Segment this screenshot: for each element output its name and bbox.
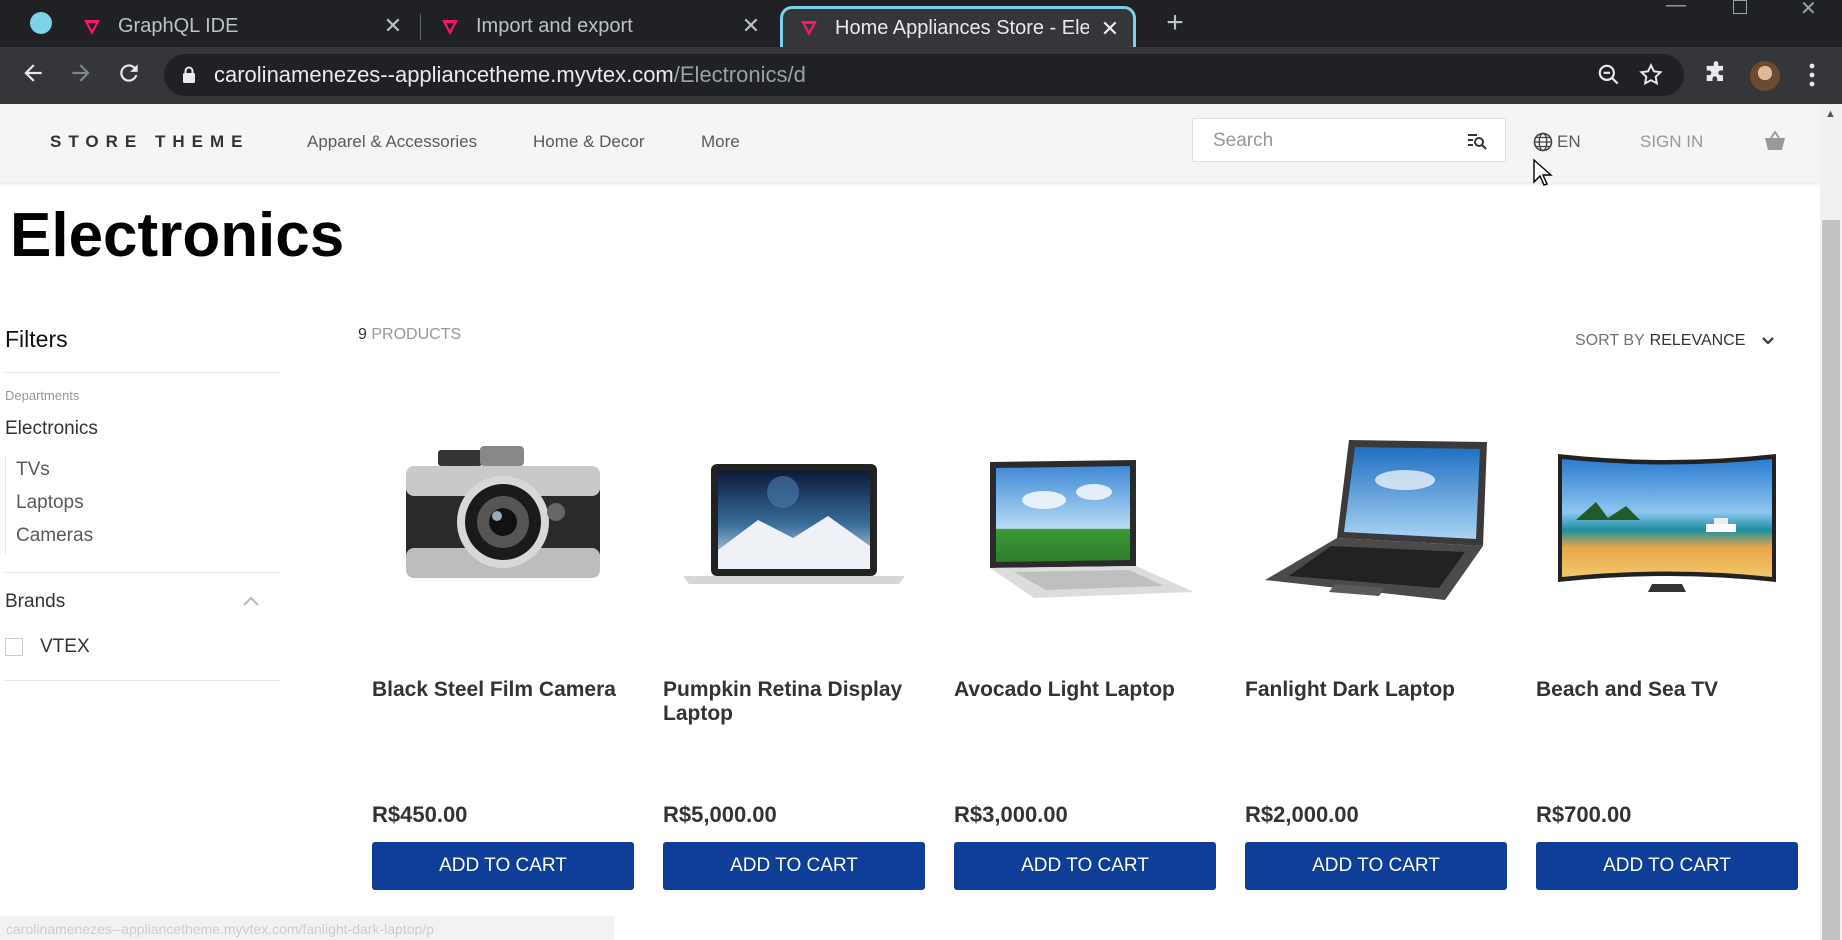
forward-arrow-icon[interactable] — [66, 60, 96, 90]
subcategory-cameras[interactable]: Cameras — [16, 521, 93, 554]
add-to-cart-button[interactable]: ADD TO CART — [1245, 842, 1507, 890]
tab-title: Home Appliances Store - Electronics — [835, 16, 1089, 39]
product-count-number: 9 — [358, 326, 367, 343]
menu-item-apparel[interactable]: Apparel & Accessories — [307, 132, 477, 152]
browser-status-bar: carolinamenezes--appliancetheme.myvtex.c… — [0, 916, 614, 940]
vtex-favicon-icon — [442, 19, 458, 35]
sort-label: SORT BY — [1575, 332, 1645, 349]
product-name[interactable]: Beach and Sea TV — [1536, 678, 1798, 702]
product-image-laptop[interactable] — [1245, 420, 1507, 620]
add-to-cart-button[interactable]: ADD TO CART — [954, 842, 1216, 890]
browser-tab-bar: GraphQL IDE ✕ Import and export ✕ Home A… — [0, 0, 1842, 47]
product-image-laptop[interactable] — [954, 420, 1216, 620]
page-scrollbar-thumb[interactable] — [1822, 220, 1840, 940]
product-card[interactable]: Fanlight Dark Laptop R$2,000.00 ADD TO C… — [1245, 420, 1507, 890]
profile-avatar[interactable] — [1750, 61, 1780, 91]
product-card[interactable]: Avocado Light Laptop R$3,000.00 ADD TO C… — [954, 420, 1216, 890]
store-logo[interactable]: STORE THEME — [50, 132, 249, 152]
language-selector[interactable]: EN — [1533, 132, 1581, 152]
subcategory-laptops[interactable]: Laptops — [16, 488, 93, 521]
url-text[interactable]: carolinamenezes--appliancetheme.myvtex.c… — [214, 62, 806, 88]
mouse-cursor-icon — [1533, 158, 1553, 186]
new-tab-plus-icon[interactable]: + — [1160, 8, 1190, 38]
add-to-cart-button[interactable]: ADD TO CART — [372, 842, 634, 890]
product-name[interactable]: Avocado Light Laptop — [954, 678, 1216, 702]
product-name[interactable]: Pumpkin Retina Display Laptop — [663, 678, 925, 726]
sign-in-link[interactable]: SIGN IN — [1640, 132, 1703, 152]
address-bar[interactable]: carolinamenezes--appliancetheme.myvtex.c… — [164, 54, 1684, 96]
product-card[interactable]: Beach and Sea TV R$700.00 ADD TO CART — [1536, 420, 1798, 890]
product-count-label: PRODUCTS — [371, 326, 462, 343]
bookmark-star-icon[interactable] — [1638, 62, 1664, 88]
tab-divider — [420, 14, 421, 40]
departments-label: Departments — [5, 388, 80, 403]
lock-icon[interactable] — [182, 66, 196, 84]
product-price: R$2,000.00 — [1245, 802, 1359, 827]
brand-filter-vtex[interactable]: VTEX — [5, 636, 90, 658]
back-arrow-icon[interactable] — [18, 60, 48, 90]
product-image-laptop[interactable] — [663, 420, 925, 620]
search-box — [1192, 118, 1506, 162]
product-price: R$700.00 — [1536, 802, 1632, 827]
product-price: R$450.00 — [372, 802, 468, 827]
divider — [5, 572, 281, 573]
menu-item-home-decor[interactable]: Home & Decor — [533, 132, 644, 152]
tab-title: GraphQL IDE — [118, 15, 239, 37]
add-to-cart-button[interactable]: ADD TO CART — [663, 842, 925, 890]
vtex-favicon-icon — [801, 21, 817, 36]
browser-menu-kebab-icon[interactable] — [1806, 62, 1818, 88]
product-price: R$5,000.00 — [663, 802, 777, 827]
divider — [5, 372, 281, 373]
product-image-camera[interactable] — [372, 420, 634, 620]
product-price: R$3,000.00 — [954, 802, 1068, 827]
reload-icon[interactable] — [114, 60, 144, 90]
extensions-puzzle-icon[interactable] — [1702, 60, 1730, 88]
current-department[interactable]: Electronics — [5, 418, 98, 440]
search-icon[interactable] — [1467, 131, 1487, 151]
browser-toolbar: carolinamenezes--appliancetheme.myvtex.c… — [0, 47, 1842, 104]
globe-icon — [1533, 132, 1553, 152]
chevron-down-icon — [1762, 337, 1775, 345]
tab-home-appliances-store[interactable]: Home Appliances Store - Electronics ✕ — [780, 6, 1136, 47]
product-image-tv[interactable] — [1536, 420, 1798, 620]
tab-graphql-ide[interactable]: GraphQL IDE ✕ — [66, 6, 416, 47]
sort-value: RELEVANCE — [1649, 332, 1746, 349]
shopping-basket-icon[interactable] — [1764, 130, 1786, 152]
product-card[interactable]: Black Steel Film Camera R$450.00 ADD TO … — [372, 420, 634, 890]
tab-search-icon[interactable] — [30, 12, 52, 34]
url-path: /Electronics/d — [673, 62, 806, 87]
close-icon[interactable]: ✕ — [382, 15, 404, 37]
subcategory-tvs[interactable]: TVs — [16, 455, 93, 488]
maximize-icon[interactable] — [1733, 0, 1747, 14]
brands-title[interactable]: Brands — [5, 591, 65, 613]
subcategory-list: TVs Laptops Cameras — [5, 455, 93, 554]
menu-item-more[interactable]: More — [701, 132, 740, 152]
filters-title: Filters — [5, 326, 68, 352]
close-icon[interactable]: ✕ — [1099, 18, 1121, 40]
product-name[interactable]: Fanlight Dark Laptop — [1245, 678, 1507, 702]
product-name[interactable]: Black Steel Film Camera — [372, 678, 634, 702]
divider — [5, 680, 281, 681]
tab-import-export[interactable]: Import and export ✕ — [424, 6, 774, 47]
product-card[interactable]: Pumpkin Retina Display Laptop R$5,000.00… — [663, 420, 925, 890]
brand-checkbox[interactable] — [5, 638, 23, 656]
close-icon[interactable]: ✕ — [740, 15, 762, 37]
zoom-out-icon[interactable] — [1596, 62, 1622, 88]
window-close-icon[interactable]: ✕ — [1800, 0, 1817, 20]
chevron-up-icon[interactable] — [242, 594, 260, 608]
brand-label: VTEX — [40, 636, 90, 657]
product-count: 9 PRODUCTS — [358, 326, 461, 344]
page-title: Electronics — [10, 201, 345, 270]
minimize-icon[interactable]: — — [1666, 0, 1686, 16]
scroll-up-arrow-icon[interactable]: ▲ — [1825, 108, 1836, 120]
url-host: carolinamenezes--appliancetheme.myvtex.c… — [214, 62, 674, 87]
sort-dropdown[interactable]: SORT BY RELEVANCE — [1575, 332, 1775, 350]
language-code: EN — [1557, 132, 1581, 151]
search-input[interactable] — [1211, 125, 1455, 157]
tab-title: Import and export — [476, 15, 633, 37]
vtex-favicon-icon — [84, 19, 100, 35]
add-to-cart-button[interactable]: ADD TO CART — [1536, 842, 1798, 890]
